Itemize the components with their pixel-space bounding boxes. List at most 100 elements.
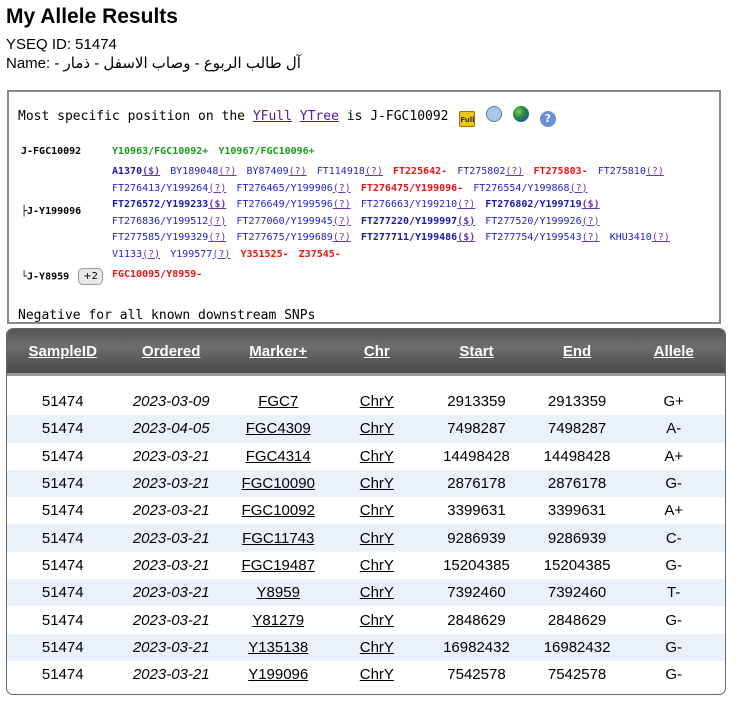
snp-marker[interactable]: BY87409(?) xyxy=(246,166,306,177)
chr-link[interactable]: ChrY xyxy=(332,639,421,656)
snp-marker[interactable]: FT275802(?) xyxy=(457,166,523,177)
snp-marker[interactable]: FT277675/Y199689(?) xyxy=(236,232,350,243)
sort-end[interactable]: End xyxy=(532,343,623,360)
snp-status-link[interactable]: (?) xyxy=(365,166,383,177)
snp-marker[interactable]: FT277754/Y199543(?) xyxy=(485,232,599,243)
sort-sampleid[interactable]: SampleID xyxy=(7,343,118,360)
marker-link[interactable]: Y8959 xyxy=(224,584,332,601)
chr-link[interactable]: ChrY xyxy=(332,584,421,601)
marker-link[interactable]: FGC7 xyxy=(224,393,332,410)
snp-status-link[interactable]: (?) xyxy=(208,216,226,227)
snp-marker[interactable]: Y351525- xyxy=(240,249,288,260)
snp-marker[interactable]: FT276465/Y199906(?) xyxy=(236,183,350,194)
snp-marker[interactable]: FT276475/Y199096- xyxy=(361,183,463,194)
snp-marker[interactable]: FT277220/Y199997($) xyxy=(361,216,475,227)
snp-marker[interactable]: A1370($) xyxy=(112,166,160,177)
snp-status-link[interactable]: (?) xyxy=(582,216,600,227)
snp-marker[interactable]: FGC10095/Y8959- xyxy=(112,269,202,280)
snp-marker[interactable]: FT277520/Y199926(?) xyxy=(485,216,599,227)
snp-marker[interactable]: FT276649/Y199596(?) xyxy=(236,199,350,210)
marker-link[interactable]: Y81279 xyxy=(224,612,332,629)
snp-marker[interactable]: FT275810(?) xyxy=(598,166,664,177)
snp-status-link[interactable]: (?) xyxy=(582,232,600,243)
snp-marker[interactable]: V1133(?) xyxy=(112,249,160,260)
msp-suffix: is J-FGC10092 xyxy=(346,109,449,124)
chr-link[interactable]: ChrY xyxy=(332,475,421,492)
chr-link[interactable]: ChrY xyxy=(332,420,421,437)
snp-marker[interactable]: FT276836/Y199512(?) xyxy=(112,216,226,227)
snp-marker[interactable]: FT277060/Y199945(?) xyxy=(236,216,350,227)
marker-link[interactable]: Y199096 xyxy=(224,666,332,683)
chr-link[interactable]: ChrY xyxy=(332,393,421,410)
marker-link[interactable]: FGC10092 xyxy=(224,502,332,519)
snp-status-link[interactable]: ($) xyxy=(457,232,475,243)
ytree-link[interactable]: YTree xyxy=(300,109,339,124)
snp-status-link[interactable]: (?) xyxy=(333,216,351,227)
snp-marker[interactable]: KHU3410(?) xyxy=(610,232,670,243)
sort-marker[interactable]: Marker+ xyxy=(224,343,332,360)
snp-status-link[interactable]: (?) xyxy=(652,232,670,243)
sort-allele[interactable]: Allele xyxy=(622,343,725,360)
yfull-full-icon[interactable]: Full xyxy=(459,111,476,127)
chr-link[interactable]: ChrY xyxy=(332,557,421,574)
snp-status-link[interactable]: (?) xyxy=(457,199,475,210)
marker-link[interactable]: FGC4309 xyxy=(224,420,332,437)
snp-status-link[interactable]: ($) xyxy=(582,199,600,210)
snp-status-link[interactable]: (?) xyxy=(333,232,351,243)
snp-status-link[interactable]: (?) xyxy=(218,166,236,177)
snp-marker[interactable]: FT276572/Y199233($) xyxy=(112,199,226,210)
chr-link[interactable]: ChrY xyxy=(332,666,421,683)
marker-link[interactable]: FGC10090 xyxy=(224,475,332,492)
chr-link[interactable]: ChrY xyxy=(332,612,421,629)
snp-name: FT277675/Y199689 xyxy=(236,232,333,243)
snp-status-link[interactable]: (?) xyxy=(646,166,664,177)
sort-chr[interactable]: Chr xyxy=(332,343,421,360)
snp-status-link[interactable]: (?) xyxy=(212,249,230,260)
snp-marker[interactable]: Y199577(?) xyxy=(170,249,230,260)
snp-name: FT276465/Y199906 xyxy=(236,182,333,194)
snp-marker[interactable]: FT114918(?) xyxy=(317,166,383,177)
snp-marker[interactable]: FT275803- xyxy=(533,166,587,177)
snp-marker[interactable]: FT276663/Y199210(?) xyxy=(361,199,475,210)
snp-marker[interactable]: FT276802/Y199719($) xyxy=(485,199,599,210)
snp-status-link[interactable]: (?) xyxy=(333,199,351,210)
help-icon[interactable]: ? xyxy=(539,111,556,127)
snp-status-link[interactable]: ($) xyxy=(142,166,160,177)
snp-list-j-y8959: FGC10095/Y8959- xyxy=(112,267,712,284)
sort-ordered[interactable]: Ordered xyxy=(118,343,224,360)
snp-marker[interactable]: FT277585/Y199329(?) xyxy=(112,232,226,243)
sample-id-cell: 51474 xyxy=(41,420,84,438)
chr-link[interactable]: ChrY xyxy=(332,530,421,547)
snp-marker[interactable]: FT225642- xyxy=(393,166,447,177)
yfull-link[interactable]: YFull xyxy=(253,109,292,124)
snp-status-link[interactable]: (?) xyxy=(208,232,226,243)
snp-status-link[interactable]: (?) xyxy=(289,166,307,177)
snp-status-link[interactable]: (?) xyxy=(570,183,588,194)
expand-plus-button[interactable]: +2 xyxy=(78,268,103,285)
marker-link[interactable]: FGC19487 xyxy=(224,557,332,574)
marker-link[interactable]: Y135138 xyxy=(224,639,332,656)
node-name: └J-Y8959 xyxy=(21,271,70,283)
snp-name: FT275810 xyxy=(597,166,646,177)
sort-start[interactable]: Start xyxy=(421,343,531,360)
snp-status-link[interactable]: ($) xyxy=(457,216,475,227)
snp-marker[interactable]: BY189048(?) xyxy=(170,166,236,177)
snp-status-link[interactable]: (?) xyxy=(142,249,160,260)
chr-link[interactable]: ChrY xyxy=(332,502,421,519)
snp-marker[interactable]: Z37545- xyxy=(299,249,341,260)
snp-marker[interactable]: Y10963/FGC10092+ xyxy=(112,146,208,157)
tree-view-icon[interactable] xyxy=(486,106,503,122)
marker-link[interactable]: FGC4314 xyxy=(224,448,332,465)
snp-status-link[interactable]: (?) xyxy=(208,183,226,194)
globe-icon[interactable] xyxy=(512,106,529,122)
snp-marker[interactable]: FT277711/Y199486($) xyxy=(361,232,475,243)
negative-note: Negative for all known downstream SNPs xyxy=(18,308,316,323)
snp-status-link[interactable]: (?) xyxy=(333,183,351,194)
chr-link[interactable]: ChrY xyxy=(332,448,421,465)
snp-marker[interactable]: Y10967/FGC10096+ xyxy=(218,146,314,157)
snp-marker[interactable]: FT276413/Y199264(?) xyxy=(112,183,226,194)
snp-marker[interactable]: FT276554/Y199868(?) xyxy=(473,183,587,194)
snp-status-link[interactable]: (?) xyxy=(505,166,523,177)
snp-status-link[interactable]: ($) xyxy=(208,199,226,210)
marker-link[interactable]: FGC11743 xyxy=(224,530,332,547)
